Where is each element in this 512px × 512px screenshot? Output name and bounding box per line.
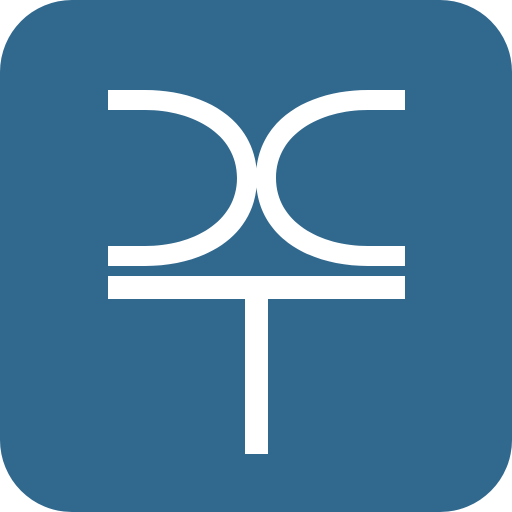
t-crossbar <box>108 276 405 299</box>
t-stem <box>245 299 268 454</box>
app-icon <box>0 0 512 512</box>
dct-logo-icon <box>0 0 512 512</box>
